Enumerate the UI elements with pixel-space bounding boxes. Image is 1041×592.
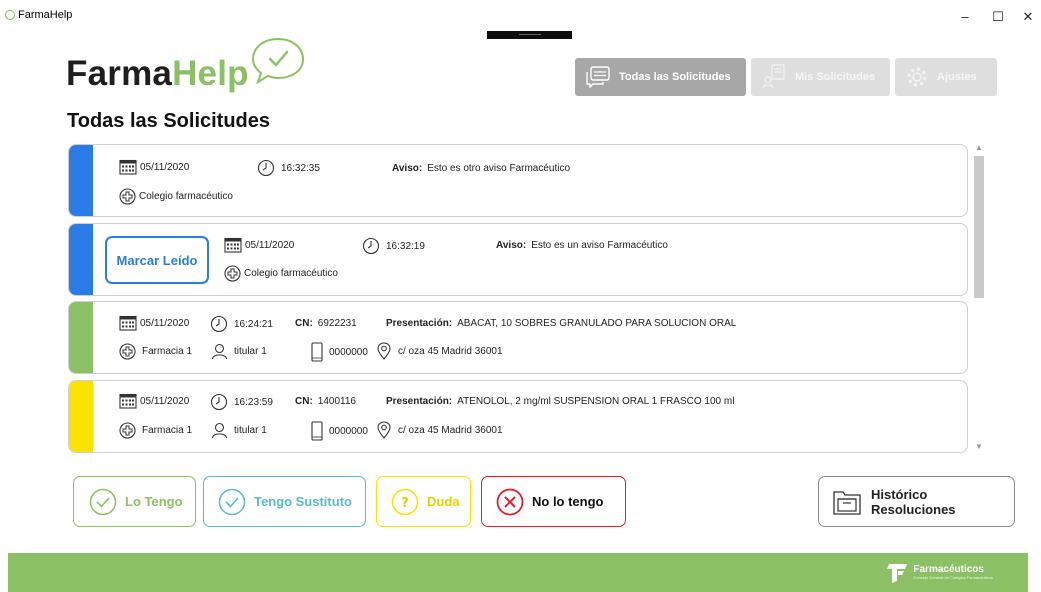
maximize-button[interactable]: ☐: [983, 6, 1013, 28]
tab-todas-solicitudes[interactable]: Todas las Solicitudes: [575, 58, 746, 96]
status-bar: [69, 302, 93, 373]
calendar-icon: [224, 237, 242, 253]
phone-icon: [311, 421, 323, 441]
tab-label: Todas las Solicitudes: [619, 71, 731, 83]
duda-button[interactable]: ? Duda: [376, 476, 471, 527]
farmaceuticos-cross-icon: [887, 564, 908, 583]
pharmacy-cross-icon: [119, 343, 136, 360]
location-pin-icon: [377, 421, 391, 439]
user-field: titular 1: [211, 422, 267, 439]
pharmacy-cross-icon: [119, 188, 136, 205]
footer-bar: Farmacéuticos Consejo General de Colegio…: [8, 553, 1028, 592]
list-item[interactable]: 05/11/2020 16:23:59 CN: 1400116 Presentac…: [68, 380, 968, 453]
calendar-icon: [119, 315, 137, 331]
window-title: FarmaHelp: [18, 9, 73, 21]
speech-check-icon: [251, 37, 305, 85]
tab-ajustes[interactable]: Ajustes: [895, 58, 997, 96]
cn-field: CN: 6922231: [295, 318, 357, 329]
farmahelp-logo: FarmaHelp: [66, 36, 306, 96]
status-bar: [69, 224, 93, 295]
close-button[interactable]: ✕: [1016, 6, 1040, 28]
cn-field: CN: 1400116: [295, 396, 356, 407]
tab-label: Ajustes: [937, 71, 977, 83]
solicitudes-list[interactable]: 05/11/2020 16:32:35 Aviso: Esto es otro a…: [68, 142, 970, 454]
tab-mis-solicitudes[interactable]: Mis Solicitudes: [751, 58, 890, 96]
presentacion-field: Presentación: ATENOLOL, 2 mg/ml SUSPENSIO…: [386, 396, 735, 407]
clock-icon: [210, 393, 228, 411]
farmaceuticos-logo: Farmacéuticos Consejo General de Colegio…: [885, 559, 993, 585]
no-lo-tengo-button[interactable]: No lo tengo: [481, 476, 626, 527]
question-circle-icon: ?: [391, 488, 419, 515]
pharmacy-cross-icon: [224, 265, 241, 282]
app-window: FarmaHelp – ☐ ✕ FarmaHelp Todas las Soli…: [0, 0, 1041, 592]
tab-label: Mis Solicitudes: [795, 71, 876, 83]
user-list-icon: [762, 64, 785, 89]
marcar-leido-button[interactable]: Marcar Leído: [105, 236, 209, 284]
check-circle-icon: [218, 488, 246, 515]
app-icon: [5, 10, 15, 20]
archive-folder-icon: [833, 490, 861, 515]
gear-icon: [907, 67, 927, 87]
sender-field: Colegio farmacéutico: [119, 188, 233, 205]
status-bar: [69, 145, 93, 216]
list-scrollbar[interactable]: ▲ ▼: [972, 142, 986, 454]
user-field: titular 1: [211, 343, 267, 360]
date-field: 05/11/2020: [119, 159, 189, 175]
aviso-field: Aviso: Esto es otro aviso Farmacéutico: [392, 163, 571, 174]
clock-icon: [362, 237, 380, 255]
phone-field: 0000000: [310, 342, 368, 362]
time-field: 16:24:21: [210, 315, 273, 333]
address-field: c/ oza 45 Madrid 36001: [376, 342, 503, 360]
svg-text:?: ?: [401, 496, 409, 511]
phone-icon: [311, 342, 323, 362]
tengo-sustituto-button[interactable]: Tengo Sustituto: [203, 476, 366, 527]
pharmacy-cross-icon: [119, 422, 136, 439]
calendar-icon: [119, 159, 137, 175]
presentacion-field: Presentación: ABACAT, 10 SOBRES GRANULADO…: [386, 318, 737, 329]
date-field: 05/11/2020: [224, 237, 294, 253]
list-item[interactable]: Marcar Leído 05/11/2020 16:32:19 Aviso: E…: [68, 223, 968, 296]
check-circle-icon: [89, 488, 117, 515]
chat-bubbles-icon: [586, 66, 610, 88]
user-icon: [211, 343, 228, 360]
scroll-down-arrow-icon[interactable]: ▼: [972, 441, 986, 453]
time-field: 16:23:59: [210, 393, 273, 411]
lo-tengo-button[interactable]: Lo Tengo: [73, 476, 196, 527]
clock-icon: [257, 159, 275, 177]
minimize-button[interactable]: –: [950, 6, 980, 28]
status-bar: [69, 381, 93, 452]
phone-field: 0000000: [310, 421, 368, 441]
x-circle-icon: [496, 488, 524, 515]
title-bar: FarmaHelp – ☐ ✕: [0, 0, 1041, 30]
sender-field: Colegio farmacéutico: [224, 265, 338, 282]
scroll-thumb[interactable]: [974, 156, 984, 298]
pharmacy-field: Farmacia 1: [119, 343, 192, 360]
location-pin-icon: [377, 342, 391, 360]
page-title: Todas las Solicitudes: [67, 110, 271, 132]
historico-resoluciones-button[interactable]: Histórico Resoluciones: [818, 476, 1015, 527]
address-field: c/ oza 45 Madrid 36001: [376, 421, 503, 439]
drag-handle[interactable]: [487, 31, 572, 39]
pharmacy-field: Farmacia 1: [119, 422, 192, 439]
user-icon: [211, 422, 228, 439]
list-item[interactable]: 05/11/2020 16:24:21 CN: 6922231 Presentac…: [68, 301, 968, 374]
time-field: 16:32:19: [362, 237, 425, 255]
time-field: 16:32:35: [257, 159, 320, 177]
aviso-field: Aviso: Esto es un aviso Farmacéutico: [496, 240, 668, 251]
clock-icon: [210, 315, 228, 333]
date-field: 05/11/2020: [119, 315, 189, 331]
calendar-icon: [119, 393, 137, 409]
list-item[interactable]: 05/11/2020 16:32:35 Aviso: Esto es otro a…: [68, 144, 968, 217]
date-field: 05/11/2020: [119, 393, 189, 409]
scroll-up-arrow-icon[interactable]: ▲: [972, 142, 986, 154]
